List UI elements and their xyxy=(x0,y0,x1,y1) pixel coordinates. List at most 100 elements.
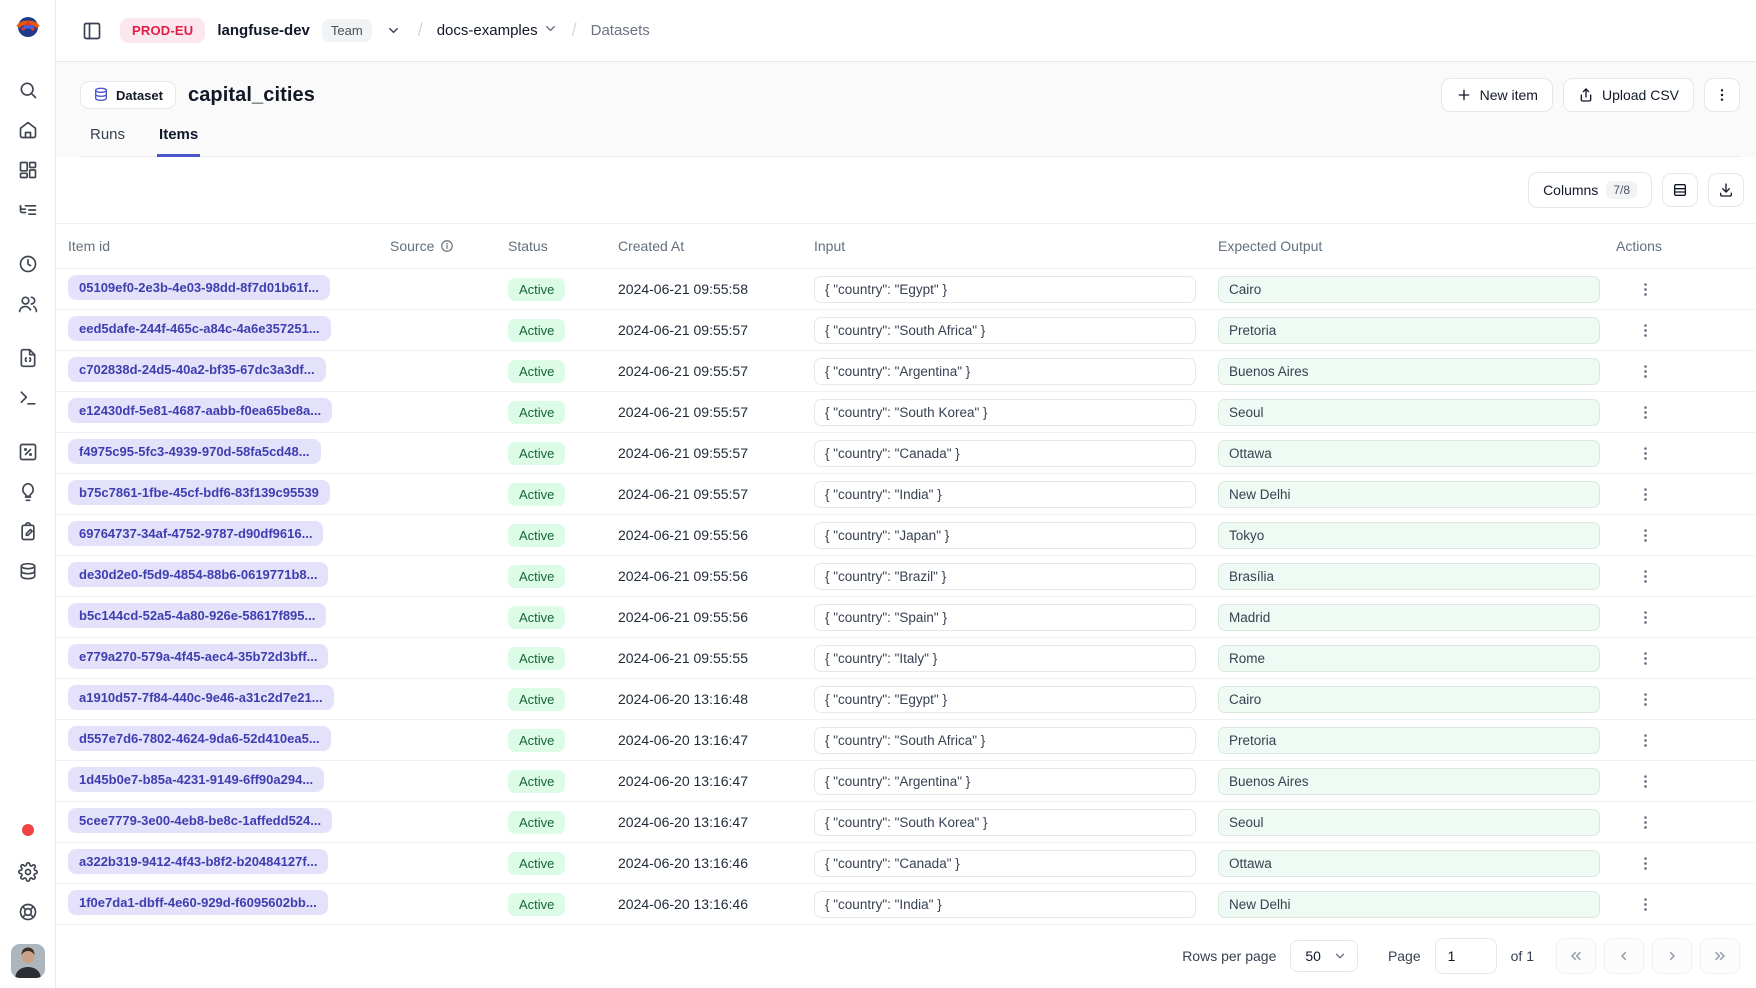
user-avatar[interactable] xyxy=(11,944,45,978)
page-title: capital_cities xyxy=(188,84,315,107)
row-actions-kebab-icon[interactable] xyxy=(1630,397,1660,427)
item-id-link[interactable]: e779a270-579a-4f45-aec4-35b72d3bff... xyxy=(68,644,328,669)
col-header-input[interactable]: Input xyxy=(814,238,1218,254)
sidebar-toggle-icon[interactable] xyxy=(76,15,108,47)
status-badge: Active xyxy=(508,565,565,588)
row-height-button[interactable] xyxy=(1662,173,1698,207)
row-actions-kebab-icon[interactable] xyxy=(1630,807,1660,837)
item-id-link[interactable]: c702838d-24d5-40a2-bf35-67dc3a3df... xyxy=(68,357,326,382)
tab-runs[interactable]: Runs xyxy=(88,126,127,157)
dataset-more-button[interactable] xyxy=(1704,78,1740,112)
page-number-input[interactable] xyxy=(1435,938,1497,974)
breadcrumb-section[interactable]: Datasets xyxy=(591,22,650,39)
row-actions-kebab-icon[interactable] xyxy=(1630,889,1660,919)
settings-gear-icon[interactable] xyxy=(8,852,48,892)
chevron-down-icon xyxy=(1333,949,1347,963)
previous-page-button[interactable] xyxy=(1604,938,1644,974)
created-at-cell: 2024-06-21 09:55:55 xyxy=(618,650,814,666)
project-dropdown[interactable]: docs-examples xyxy=(437,21,558,40)
org-chevron-down-icon[interactable] xyxy=(384,21,404,41)
prompts-file-icon[interactable] xyxy=(8,338,48,378)
col-header-expected-output[interactable]: Expected Output xyxy=(1218,238,1616,254)
expected-output-cell: New Delhi xyxy=(1218,891,1600,918)
item-id-link[interactable]: d557e7d6-7802-4624-9da6-52d410ea5... xyxy=(68,726,331,751)
item-id-link[interactable]: 1d45b0e7-b85a-4231-9149-6ff90a294... xyxy=(68,767,324,792)
search-icon[interactable] xyxy=(8,70,48,110)
expected-output-cell: Pretoria xyxy=(1218,317,1600,344)
status-badge: Active xyxy=(508,893,565,916)
row-actions-kebab-icon[interactable] xyxy=(1630,602,1660,632)
playground-terminal-icon[interactable] xyxy=(8,378,48,418)
chevrons-right-icon xyxy=(1712,948,1728,964)
row-actions-kebab-icon[interactable] xyxy=(1630,356,1660,386)
main-area: PROD-EU langfuse-dev Team / docs-example… xyxy=(56,0,1756,988)
input-cell: { "country": "India" } xyxy=(814,481,1196,508)
input-cell: { "country": "Egypt" } xyxy=(814,686,1196,713)
col-header-item-id[interactable]: Item id xyxy=(68,238,390,254)
row-actions-kebab-icon[interactable] xyxy=(1630,766,1660,796)
table-row: c702838d-24d5-40a2-bf35-67dc3a3df... Act… xyxy=(56,351,1756,392)
item-id-link[interactable]: 1f0e7da1-dbff-4e60-929d-f6095602bb... xyxy=(68,890,328,915)
row-actions-kebab-icon[interactable] xyxy=(1630,725,1660,755)
table-row: 1d45b0e7-b85a-4231-9149-6ff90a294... Act… xyxy=(56,761,1756,802)
last-page-button[interactable] xyxy=(1700,938,1740,974)
users-icon[interactable] xyxy=(8,284,48,324)
row-actions-kebab-icon[interactable] xyxy=(1630,479,1660,509)
item-id-link[interactable]: a1910d57-7f84-440c-9e46-a31c2d7e21... xyxy=(68,685,334,710)
expected-output-cell: Ottawa xyxy=(1218,440,1600,467)
item-id-link[interactable]: a322b319-9412-4f43-b8f2-b20484127f... xyxy=(68,849,328,874)
item-id-link[interactable]: b75c7861-1fbe-45cf-bdf6-83f139c95539 xyxy=(68,480,330,505)
columns-button[interactable]: Columns 7/8 xyxy=(1528,172,1652,208)
org-name[interactable]: langfuse-dev xyxy=(217,22,310,39)
input-cell: { "country": "Egypt" } xyxy=(814,276,1196,303)
org-type-dropdown[interactable]: Team xyxy=(322,19,372,42)
plus-icon xyxy=(1456,87,1472,103)
row-actions-kebab-icon[interactable] xyxy=(1630,643,1660,673)
export-download-button[interactable] xyxy=(1708,173,1744,207)
datasets-database-icon[interactable] xyxy=(8,552,48,592)
columns-label: Columns xyxy=(1543,182,1598,198)
row-actions-kebab-icon[interactable] xyxy=(1630,848,1660,878)
input-cell: { "country": "Canada" } xyxy=(814,440,1196,467)
tracing-icon[interactable] xyxy=(8,190,48,230)
item-id-link[interactable]: 05109ef0-2e3b-4e03-98dd-8f7d01b61f... xyxy=(68,275,330,300)
col-header-status[interactable]: Status xyxy=(508,238,618,254)
next-page-button[interactable] xyxy=(1652,938,1692,974)
expected-output-cell: Seoul xyxy=(1218,809,1600,836)
expected-output-cell: Seoul xyxy=(1218,399,1600,426)
item-id-link[interactable]: 69764737-34af-4752-9787-d90df9616... xyxy=(68,521,323,546)
first-page-button[interactable] xyxy=(1556,938,1596,974)
item-id-link[interactable]: 5cee7779-3e00-4eb8-be8c-1affedd524... xyxy=(68,808,332,833)
rows-per-page-select[interactable]: 50 xyxy=(1290,940,1358,972)
scores-clipboard-icon[interactable] xyxy=(8,512,48,552)
item-id-link[interactable]: de30d2e0-f5d9-4854-88b6-0619771b8... xyxy=(68,562,328,587)
table-row: eed5dafe-244f-465c-a84c-4a6e357251... Ac… xyxy=(56,310,1756,351)
sessions-clock-icon[interactable] xyxy=(8,244,48,284)
row-actions-kebab-icon[interactable] xyxy=(1630,684,1660,714)
item-id-link[interactable]: b5c144cd-52a5-4a80-926e-58617f895... xyxy=(68,603,326,628)
created-at-cell: 2024-06-21 09:55:56 xyxy=(618,527,814,543)
row-actions-kebab-icon[interactable] xyxy=(1630,561,1660,591)
home-icon[interactable] xyxy=(8,110,48,150)
input-cell: { "country": "Argentina" } xyxy=(814,358,1196,385)
col-header-created-at[interactable]: Created At xyxy=(618,238,814,254)
upload-csv-button[interactable]: Upload CSV xyxy=(1563,78,1694,112)
support-lifebuoy-icon[interactable] xyxy=(8,892,48,932)
item-id-link[interactable]: eed5dafe-244f-465c-a84c-4a6e357251... xyxy=(68,316,331,341)
item-id-link[interactable]: f4975c95-5fc3-4939-970d-58fa5cd48... xyxy=(68,439,321,464)
evals-percent-icon[interactable] xyxy=(8,432,48,472)
input-cell: { "country": "Italy" } xyxy=(814,645,1196,672)
new-item-button[interactable]: New item xyxy=(1441,78,1553,112)
annotation-lightbulb-icon[interactable] xyxy=(8,472,48,512)
langfuse-logo[interactable] xyxy=(15,14,41,40)
row-actions-kebab-icon[interactable] xyxy=(1630,438,1660,468)
dashboard-icon[interactable] xyxy=(8,150,48,190)
table-toolbar: Columns 7/8 xyxy=(56,157,1756,223)
row-actions-kebab-icon[interactable] xyxy=(1630,315,1660,345)
table-body: 05109ef0-2e3b-4e03-98dd-8f7d01b61f... Ac… xyxy=(56,269,1756,925)
row-actions-kebab-icon[interactable] xyxy=(1630,274,1660,304)
item-id-link[interactable]: e12430df-5e81-4687-aabb-f0ea65be8a... xyxy=(68,398,332,423)
tab-items[interactable]: Items xyxy=(157,126,200,157)
row-actions-kebab-icon[interactable] xyxy=(1630,520,1660,550)
col-header-source[interactable]: Source xyxy=(390,238,508,254)
